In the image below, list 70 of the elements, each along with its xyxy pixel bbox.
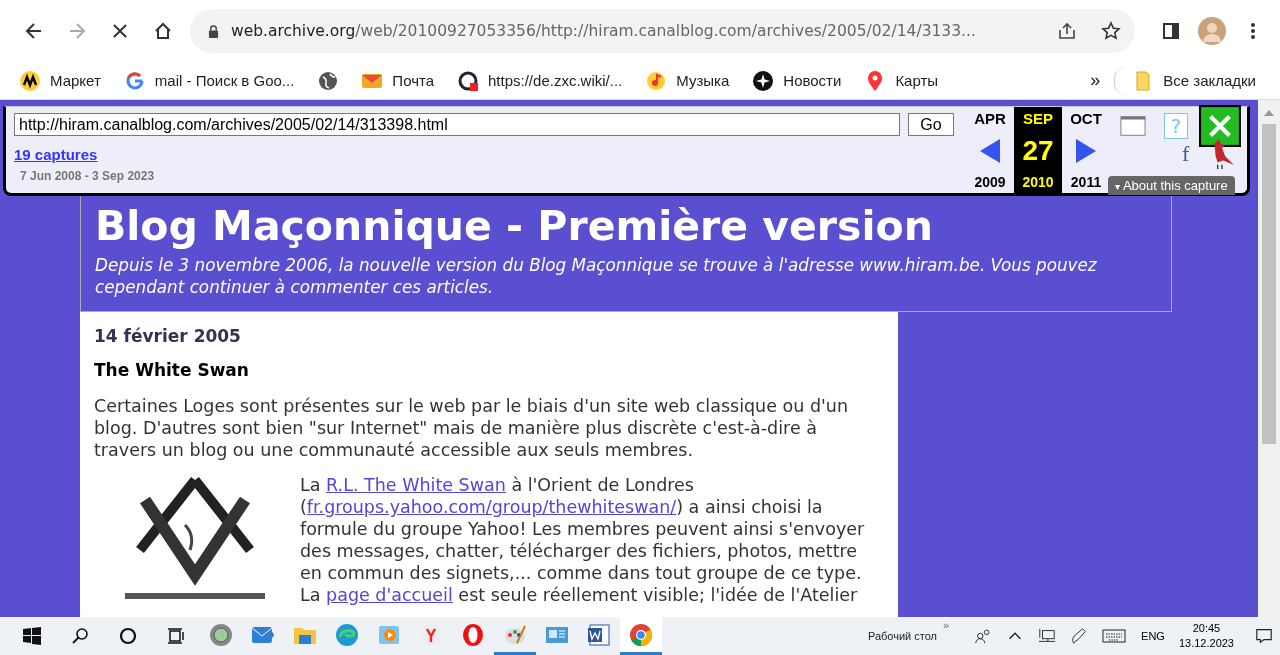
keyboard-icon[interactable]: [1102, 627, 1127, 645]
about-capture-button[interactable]: ▾ About this capture: [1108, 176, 1235, 195]
bookmark-item[interactable]: Почта: [354, 66, 442, 95]
back-icon[interactable]: [24, 21, 44, 41]
next-icon[interactable]: [1076, 138, 1096, 163]
pen-icon[interactable]: [1070, 627, 1089, 645]
bookmark-item[interactable]: Карты: [857, 66, 947, 95]
taskbar-app[interactable]: [620, 617, 662, 655]
calendar-month[interactable]: SEP 27 2010: [1014, 107, 1062, 193]
search-icon[interactable]: [70, 626, 90, 646]
bookmark-item[interactable]: Маркет: [12, 66, 109, 95]
home-icon[interactable]: [153, 21, 173, 41]
scrollbar[interactable]: [1258, 100, 1280, 617]
more-bookmarks-button[interactable]: »: [1080, 70, 1111, 91]
clock[interactable]: 20:45 13.12.2023: [1178, 620, 1234, 652]
share-icon[interactable]: [1057, 21, 1077, 41]
url-text: web.archive.org/web/20100927053356/http://hiram.canalblog.com/archives/2005/02/14/3133...: [231, 22, 977, 40]
text-link[interactable]: page d'accueil: [326, 584, 453, 605]
network-icon[interactable]: [1038, 627, 1057, 645]
bookmark-item[interactable]: https://de.zxc.wiki/...: [450, 66, 631, 95]
google-logo-icon[interactable]: [124, 70, 145, 91]
menu-icon[interactable]: [1250, 21, 1256, 41]
blog-subtitle: Depuis le 3 novembre 2006, la nouvelle version du Blog Maçonnique se trouve à l'adresse www.hiram.be. Vous pouvez cependant continuer à commenter ces articles.: [95, 255, 1098, 299]
document-icon[interactable]: [587, 622, 611, 647]
go-button[interactable]: Go: [908, 113, 954, 136]
capture-range: 7 Jun 2008 - 3 Sep 2023: [19, 169, 156, 183]
cortana-icon[interactable]: [118, 626, 138, 646]
address-bar[interactable]: web.archive.org/web/20100927053356/http://hiram.canalblog.com/archives/2005/02/14/3133...: [190, 9, 1135, 53]
globe-icon[interactable]: [318, 70, 339, 91]
toolbar-chevron[interactable]: »: [942, 619, 950, 631]
scroll-up-icon[interactable]: [1264, 110, 1274, 116]
all-bookmarks-button[interactable]: Все закладки: [1114, 66, 1264, 95]
music-note-icon[interactable]: [646, 70, 667, 91]
post-paragraph: Certaines Loges sont présentes sur le web par le biais d'un site web classique ou d'un blog. D'autres sont bien "sur Internet" mais de manière plus discrète c'est-à-dire à travers un blog ou une communauté accessible aux seuls membres.: [94, 395, 849, 462]
post-date: 14 février 2005: [94, 325, 242, 346]
ring-logo-icon[interactable]: [458, 70, 478, 91]
forward-icon[interactable]: [67, 21, 87, 41]
text-link[interactable]: fr.groups.yahoo.com/group/thewhiteswan/: [306, 497, 677, 518]
text-link[interactable]: R.L. The White Swan: [326, 475, 506, 496]
avatar-icon[interactable]: [1198, 17, 1226, 45]
calendar-month[interactable]: OCT 2011: [1062, 107, 1110, 193]
browser-wave-icon[interactable]: [335, 622, 359, 647]
calendar-month[interactable]: APR 2009: [966, 107, 1014, 193]
bookmark-item[interactable]: Новости: [745, 66, 850, 95]
scrollbar-thumb[interactable]: [1262, 124, 1276, 444]
desktop-toolbar-label[interactable]: Рабочий стол: [867, 630, 937, 642]
calendar-icon[interactable]: [1120, 115, 1146, 137]
captures-link[interactable]: 19 captures: [14, 146, 958, 163]
task-view-icon[interactable]: [166, 626, 186, 646]
star-icon[interactable]: [1101, 21, 1121, 41]
bookmark-item[interactable]: mail - Поиск в Goo...: [116, 66, 303, 95]
share-link[interactable]: f: [1182, 143, 1190, 165]
compass-star-icon[interactable]: [753, 70, 774, 91]
close-icon[interactable]: [1198, 105, 1242, 147]
disc-icon[interactable]: [209, 622, 233, 647]
blog-title: Blog Maçonnique - Première version: [95, 204, 934, 250]
notifications-icon[interactable]: [1255, 627, 1273, 645]
language-indicator[interactable]: ENG: [1141, 630, 1165, 642]
url-input[interactable]: http://hiram.canalblog.com/archives/2005/02/14/313398.html: [14, 113, 900, 136]
bookmark-item[interactable]: Музыка: [638, 66, 738, 95]
post-paragraph: La R.L. The White Swan à l'Orient de Londres (fr.groups.yahoo.com/group/thewhiteswan/) a ainsi choisi la formule du groupe Yahoo! Les membres peuvent ainsi s'envoyer des messages, chatter, télécharger des fichiers, photos, mettre en commun des signets,... comme dans tout groupe de ce type. La page d'accueil est seule réellement visible; l'idée de l'Atelier: [300, 475, 866, 607]
side-panel-icon[interactable]: [1161, 21, 1181, 41]
market-logo-icon[interactable]: [20, 70, 40, 91]
start-icon[interactable]: [22, 626, 42, 646]
y-logo-icon[interactable]: [419, 622, 443, 647]
previous-icon[interactable]: [980, 138, 1000, 163]
opera-ring-icon[interactable]: [461, 622, 485, 647]
post-title: The White Swan: [94, 359, 250, 380]
lock-icon[interactable]: [208, 24, 219, 38]
chrome-logo-icon[interactable]: [629, 622, 653, 647]
